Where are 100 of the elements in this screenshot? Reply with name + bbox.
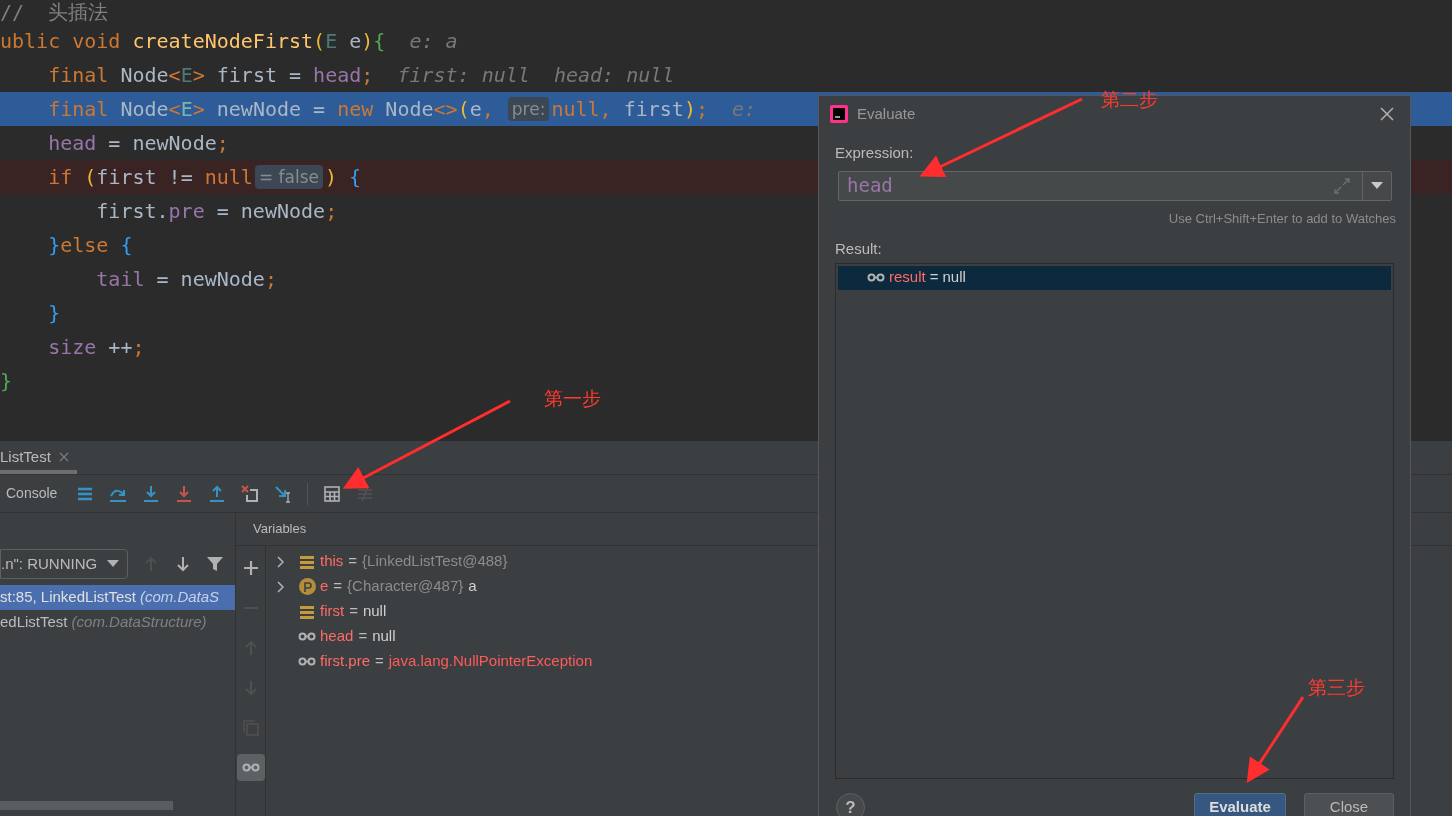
equals-sign: =	[348, 551, 358, 572]
chevron-right-icon[interactable]	[277, 580, 285, 593]
result-value: null	[942, 267, 966, 288]
variable-name: e	[320, 576, 329, 597]
variable-value: a	[468, 576, 477, 597]
chevron-right-icon[interactable]	[277, 555, 285, 568]
step-into-icon	[142, 484, 161, 503]
close-icon[interactable]	[1380, 107, 1394, 121]
code-token: null,	[551, 97, 613, 121]
code-token: Node	[385, 97, 434, 121]
code-token: createNodeFirst	[132, 29, 314, 53]
frame-button[interactable]	[174, 555, 192, 573]
code-token: E	[180, 63, 193, 87]
result-row[interactable]: result = null	[838, 265, 1391, 290]
inlay-hint: = false	[254, 165, 323, 189]
code-token: E	[180, 97, 193, 121]
annotation-label: 第一步	[544, 386, 601, 411]
variable-value: null	[372, 626, 396, 647]
equals-sign: =	[358, 626, 368, 647]
variable-row[interactable]: first.pre = java.lang.NullPointerException	[266, 649, 1452, 674]
close-icon[interactable]	[58, 452, 69, 462]
toolbar-button[interactable]	[208, 484, 227, 503]
stack-frame[interactable]: edListTest (com.DataStructure)	[0, 610, 235, 635]
toolbar-button[interactable]	[241, 484, 260, 503]
annotation-label: 第二步	[1101, 87, 1158, 112]
drop-frame-icon	[241, 484, 260, 503]
annotation-label: 第三步	[1308, 675, 1365, 700]
inline-value: first: null head: null	[396, 63, 675, 87]
code-token: head	[47, 131, 97, 155]
variable-name: first	[320, 601, 345, 622]
toolbar-button[interactable]	[142, 484, 161, 503]
frame-package: (com.DataS	[139, 587, 220, 608]
console-tab[interactable]: Console	[6, 483, 58, 504]
variable-value: java.lang.NullPointerException	[388, 651, 593, 672]
variable-name: first.pre	[320, 651, 370, 672]
code-token: Node	[120, 63, 169, 87]
caret-icon	[1371, 182, 1383, 189]
help-button[interactable]: ?	[836, 793, 865, 816]
code-token: first !=	[96, 165, 194, 189]
glasses-icon	[298, 657, 316, 666]
toolbar-button[interactable]	[175, 484, 194, 503]
variable-value: null	[362, 601, 387, 622]
field-icon	[299, 603, 315, 620]
code-token: e	[348, 29, 362, 53]
code-token: ,	[481, 97, 495, 121]
code-token: )	[361, 29, 374, 53]
variable-row[interactable]: e = {Character@487} a	[266, 574, 1452, 599]
code-token: ;	[695, 97, 708, 121]
debug-tab[interactable]: ListTest	[0, 444, 77, 474]
equals-sign: =	[333, 576, 343, 597]
code-token: {	[120, 233, 133, 257]
code-token: )	[683, 97, 696, 121]
frame-button[interactable]	[206, 555, 224, 573]
close-button[interactable]: Close	[1304, 792, 1394, 816]
toolbar-button[interactable]	[323, 484, 342, 503]
toolbar-button[interactable]	[274, 484, 293, 503]
code-token: {	[373, 29, 386, 53]
glasses-icon	[867, 273, 885, 282]
code-token: ++	[107, 335, 133, 359]
code-token: = newNode	[215, 199, 326, 223]
code-token: (	[313, 29, 326, 53]
code-token: null	[204, 165, 253, 189]
calculator-icon	[323, 484, 342, 503]
inlay-hint: pre:	[507, 97, 550, 121]
code-token: <	[168, 63, 181, 87]
expand-icon[interactable]	[1334, 177, 1350, 194]
code-token: <	[168, 97, 181, 121]
frame-location: st:85, LinkedListTest	[0, 587, 136, 608]
variable-row[interactable]: head = null	[266, 624, 1452, 649]
plus-icon	[241, 558, 260, 577]
field-icon	[299, 553, 315, 570]
variable-value: {Character@487}	[347, 576, 464, 597]
panel-title: Variables	[253, 520, 307, 539]
code-token: ;	[361, 63, 374, 87]
code-token: head	[313, 63, 362, 87]
code-token: >	[192, 97, 205, 121]
frame-package: (com.DataStructure)	[71, 612, 207, 633]
step-into-icon	[175, 484, 194, 503]
code-token: tail	[95, 267, 145, 291]
field-label: Expression:	[835, 143, 915, 163]
code-token: <>	[433, 97, 458, 121]
side-button[interactable]	[236, 754, 265, 781]
variable-row[interactable]: first = null	[266, 599, 1452, 624]
equals-sign: =	[349, 601, 358, 622]
glasses-icon	[298, 632, 316, 641]
variable-row[interactable]: this = {LinkedListTest@488}	[266, 549, 1452, 574]
thread-dropdown[interactable]: .n": RUNNING	[0, 549, 128, 579]
code-token: (	[457, 97, 470, 121]
code-token: )	[325, 165, 338, 189]
result-name: result	[889, 267, 926, 288]
code-token: }	[0, 369, 13, 393]
evaluate-button[interactable]: Evaluate	[1194, 792, 1286, 816]
code-token: = newNode	[155, 267, 265, 291]
code-token: e	[469, 97, 482, 121]
arrow-down-icon	[174, 555, 192, 573]
app-logo-icon	[830, 105, 848, 123]
code-token: final	[47, 63, 110, 87]
code-token: = newNode	[107, 131, 217, 155]
stack-frame[interactable]: st:85, LinkedListTest (com.DataS	[0, 585, 235, 610]
scrollbar[interactable]	[0, 801, 173, 810]
